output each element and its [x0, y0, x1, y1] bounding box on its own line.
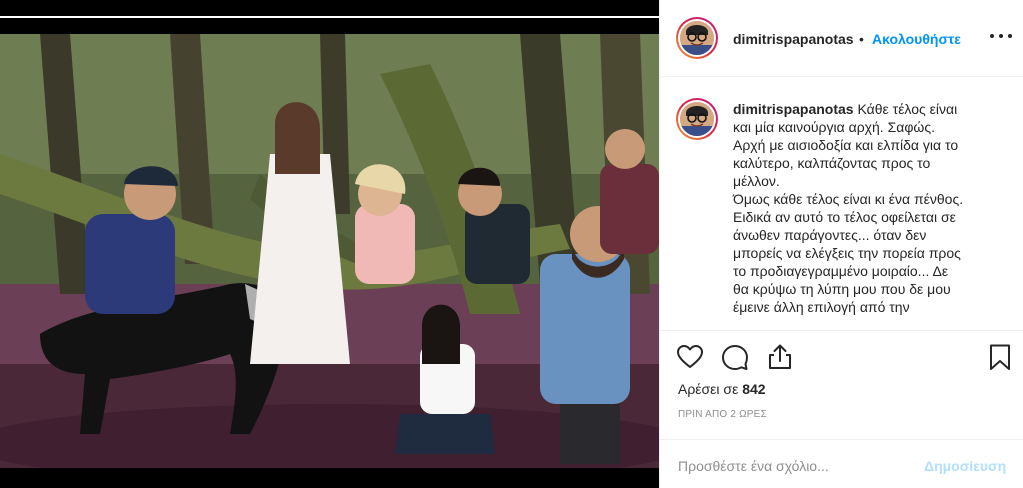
- caption-line: το προδιαγεγραμμένο μοιραίο... Δε: [733, 263, 949, 279]
- separator-dot: •: [859, 31, 864, 47]
- avatar-ring: [678, 100, 716, 138]
- add-comment-bar: Δημοσίευση: [660, 439, 1023, 488]
- post-photo[interactable]: [0, 34, 659, 468]
- media-letterbox-bottom: [0, 468, 659, 488]
- caption-line: άνωθεν παράγοντες... όταν δεν: [733, 227, 927, 243]
- comment-input[interactable]: [678, 457, 918, 475]
- likes-prefix: Αρέσει σε: [678, 381, 739, 397]
- follow-button[interactable]: Ακολουθήστε: [872, 31, 961, 47]
- media-letterbox-top: [0, 0, 659, 14]
- more-dot: [1008, 34, 1012, 38]
- heart-icon[interactable]: [676, 343, 704, 371]
- likes-count[interactable]: Αρέσει σε 842: [678, 381, 766, 397]
- post-timestamp[interactable]: ΠΡΙΝ ΑΠΟ 2 ΩΡΕΣ: [678, 409, 767, 420]
- caption-line: Ειδικά αν αυτό το τέλος οφείλεται σε: [733, 209, 956, 225]
- caption-line: μπορείς να ελέγξεις την πορεία προς: [733, 245, 961, 261]
- avatar-photo: [680, 21, 714, 55]
- caption-line: έμεινε άλλη επιλογή από την: [733, 299, 910, 315]
- more-dot: [999, 34, 1003, 38]
- avatar[interactable]: [676, 17, 718, 59]
- bookmark-icon[interactable]: [986, 343, 1014, 371]
- avatar-ring: [678, 19, 716, 57]
- media-divider: [0, 16, 659, 18]
- share-icon[interactable]: [766, 343, 794, 371]
- comments-list[interactable]: dimitrispapanotas Κάθε τέλος είναι και μ…: [660, 78, 1023, 330]
- post-media[interactable]: [0, 0, 659, 488]
- caption-line: Όμως κάθε τέλος είναι κι ένα πένθος.: [733, 191, 964, 207]
- comment-bubble-icon[interactable]: [721, 343, 749, 371]
- likes-number: 842: [742, 381, 766, 397]
- caption-text: Κάθε τέλος είναι: [857, 101, 958, 117]
- caption-line: και μία καινούργια αρχή. Σαφώς.: [733, 119, 935, 135]
- post-header: dimitrispapanotas • Ακολουθήστε: [660, 0, 1023, 77]
- post-comment-button[interactable]: Δημοσίευση: [924, 458, 1006, 474]
- post-caption: dimitrispapanotas Κάθε τέλος είναι και μ…: [733, 100, 1003, 316]
- caption-line: μέλλον.: [733, 173, 780, 189]
- avatar-photo: [680, 102, 714, 136]
- caption-line: dimitrispapanotas Κάθε τέλος είναι: [733, 100, 1003, 118]
- caption-line: θα κρύψω τη λύπη μου που δε μου: [733, 281, 951, 297]
- more-horizontal-icon[interactable]: [990, 26, 1012, 46]
- caption-line: Αρχή με αισιοδοξία και ελπίδα για το: [733, 137, 959, 153]
- post-actions: [660, 330, 1023, 375]
- post-side-panel: dimitrispapanotas • Ακολουθήστε dimitris…: [659, 0, 1023, 488]
- more-dot: [990, 34, 994, 38]
- username-link[interactable]: dimitrispapanotas: [733, 31, 854, 47]
- forest-group-illustration: [0, 34, 659, 468]
- caption-line: καλύτερο, καλπάζοντας προς το: [733, 155, 931, 171]
- avatar[interactable]: [676, 98, 718, 140]
- caption-username[interactable]: dimitrispapanotas: [733, 101, 854, 117]
